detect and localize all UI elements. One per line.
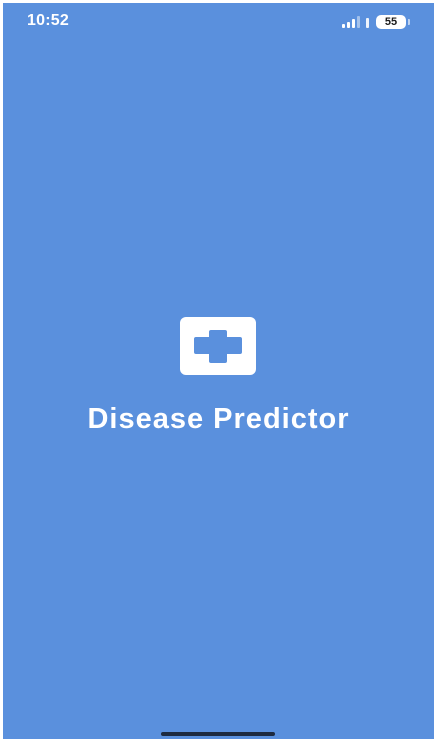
status-indicators: 55 bbox=[342, 13, 410, 31]
battery-icon: 55 bbox=[376, 15, 410, 29]
medical-cross-icon bbox=[180, 317, 256, 375]
home-indicator[interactable] bbox=[161, 732, 275, 736]
status-time: 10:52 bbox=[27, 12, 69, 29]
cross-vertical-bar bbox=[209, 330, 227, 363]
cellular-signal-icon bbox=[342, 16, 360, 28]
wifi-icon bbox=[365, 16, 371, 28]
status-bar: 10:52 55 bbox=[3, 3, 434, 43]
splash-screen: 10:52 55 Disease Predictor bbox=[3, 3, 434, 739]
app-title: Disease Predictor bbox=[87, 403, 350, 435]
battery-level: 55 bbox=[384, 16, 398, 28]
